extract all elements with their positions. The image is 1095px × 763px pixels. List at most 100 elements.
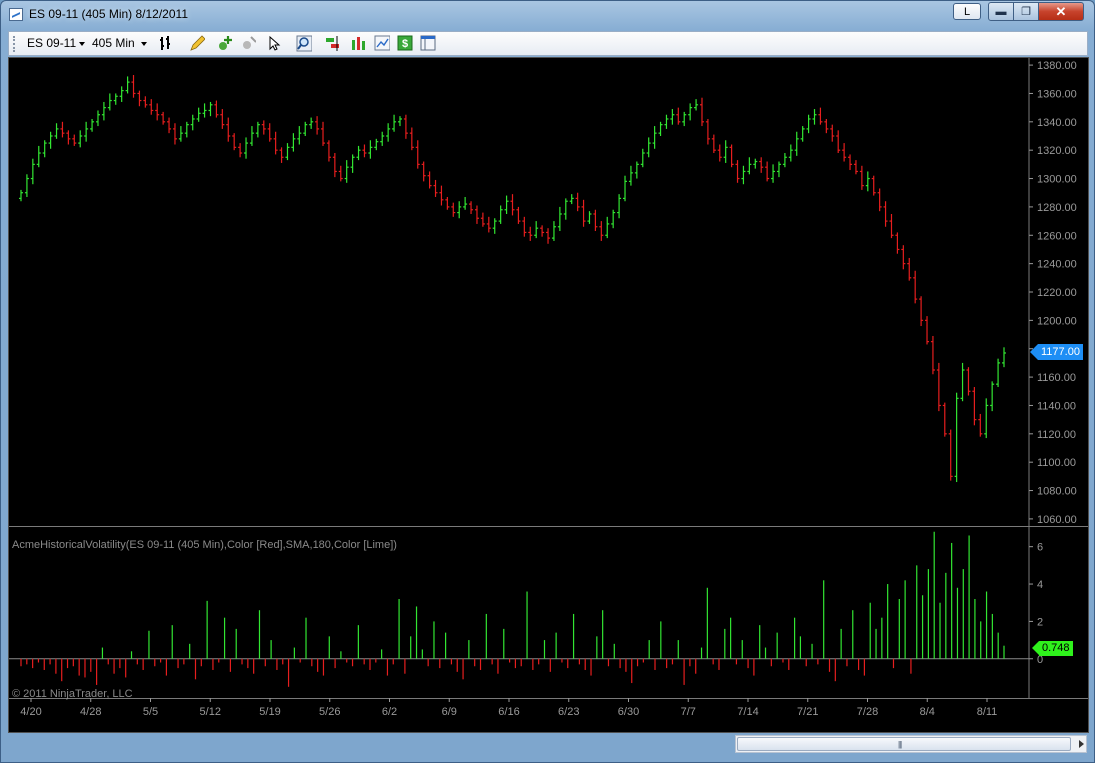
price-bar [836, 130, 841, 154]
price-bar [279, 147, 284, 163]
price-bar [261, 120, 266, 135]
scrollbar-thumb[interactable]: ||| [737, 737, 1071, 751]
maximize-button[interactable]: ❐ [1013, 2, 1039, 21]
price-tick-label: 1320.00 [1037, 145, 1077, 157]
price-bar [978, 413, 983, 437]
price-bar [848, 154, 853, 171]
price-bar [782, 153, 787, 168]
price-bar [474, 205, 479, 224]
pencil-draw-icon[interactable] [189, 35, 205, 52]
time-axis[interactable]: 4/20 4/28 5/5 5/12 5/19 5/26 6/2 6/9 6/16 6/23 6/3… [20, 698, 997, 718]
price-bar [226, 117, 231, 142]
price-bar [551, 221, 556, 241]
price-bar [362, 144, 367, 158]
price-tick-label: 1060.00 [1037, 514, 1077, 526]
dollar-icon[interactable]: $ [397, 35, 413, 52]
cursor-icon[interactable] [267, 35, 283, 52]
price-bar [492, 218, 497, 234]
price-bar [658, 121, 663, 136]
price-bars [19, 75, 1006, 483]
price-bar [107, 93, 112, 111]
title-bar[interactable]: ES 09-11 (405 Min) 8/12/2011 L ▬ ❐ ✕ [1, 1, 1094, 29]
close-button[interactable]: ✕ [1038, 2, 1084, 21]
price-bar [776, 161, 781, 178]
chart-panel[interactable]: 1380.00 1360.00 1340.00 1320.00 1300.00 1280.… [8, 57, 1089, 733]
link-button[interactable]: L [953, 3, 981, 20]
price-bar [859, 165, 864, 190]
price-bar [883, 201, 888, 227]
price-tick-label: 1140.00 [1037, 400, 1076, 412]
price-chart[interactable]: 1380.00 1360.00 1340.00 1320.00 1300.00 1280.… [9, 58, 1088, 732]
price-bar [332, 153, 337, 178]
time-tick-label: 4/20 [20, 706, 41, 718]
price-bar [167, 117, 172, 134]
copyright-text: © 2011 NinjaTrader, LLC [12, 688, 133, 700]
price-bar [457, 201, 462, 219]
time-tick-label: 7/28 [857, 706, 878, 718]
interval-selector[interactable]: 405 Min [92, 36, 135, 50]
price-bar [966, 367, 971, 396]
horizontal-scrollbar[interactable]: ||| [735, 735, 1087, 753]
time-tick-label: 5/12 [200, 706, 221, 718]
time-tick-label: 5/5 [143, 706, 158, 718]
bar-type-icon[interactable] [159, 35, 175, 52]
price-tick-label: 1280.00 [1037, 202, 1077, 214]
add-indicator-icon[interactable] [217, 35, 233, 52]
price-bar [19, 189, 23, 202]
scroll-right-arrow-icon[interactable] [1079, 740, 1084, 748]
minimize-button[interactable]: ▬ [988, 2, 1014, 21]
price-bar [190, 114, 195, 131]
price-bar [36, 145, 41, 168]
price-bar [984, 398, 989, 439]
price-bar [865, 171, 870, 192]
price-bar [338, 165, 343, 182]
price-tick-label: 1120.00 [1037, 429, 1076, 441]
price-axis[interactable]: 1380.00 1360.00 1340.00 1320.00 1300.00 1280.… [1029, 60, 1077, 526]
price-bar [196, 107, 201, 122]
price-bar [676, 107, 681, 125]
zoom-icon[interactable] [296, 35, 312, 52]
price-bar [273, 131, 278, 155]
price-bar [392, 114, 397, 132]
price-bar [315, 116, 320, 135]
price-bar [54, 123, 59, 139]
price-bar [350, 154, 355, 173]
strategy-icon[interactable] [240, 35, 256, 52]
price-tick-label: 1260.00 [1037, 230, 1077, 242]
price-bar [646, 137, 651, 158]
price-bar [741, 165, 746, 185]
instrument-dropdown-icon[interactable] [79, 42, 85, 46]
properties-icon[interactable] [420, 35, 436, 52]
price-bar [78, 130, 83, 148]
price-bar [445, 196, 450, 210]
price-bar [24, 174, 29, 197]
price-bar [800, 126, 805, 142]
price-bar [469, 201, 474, 214]
data-box-icon[interactable] [374, 35, 390, 52]
price-bar [137, 90, 142, 107]
price-bar [326, 140, 331, 162]
price-bar [753, 158, 758, 169]
time-tick-label: 4/28 [80, 706, 101, 718]
price-bar [546, 228, 551, 244]
instrument-selector[interactable]: ES 09-11 [27, 36, 76, 50]
toolbar-grip-icon[interactable] [13, 36, 16, 52]
price-bar [818, 107, 823, 125]
price-bar [972, 387, 977, 426]
price-bar [84, 121, 89, 142]
price-bar [309, 117, 314, 129]
price-bar [291, 133, 296, 152]
price-bar [942, 402, 947, 437]
price-bar [421, 161, 426, 182]
price-bar [990, 381, 995, 412]
buy-sell-icon[interactable] [325, 35, 341, 52]
price-bar [930, 335, 935, 375]
interval-dropdown-icon[interactable] [141, 42, 147, 46]
bar-chart-icon[interactable] [351, 35, 367, 52]
price-bar [463, 196, 468, 210]
time-tick-label: 8/4 [920, 706, 935, 718]
price-bar [90, 118, 95, 132]
price-bar [747, 157, 752, 175]
price-bar [688, 103, 693, 121]
price-bar [664, 114, 669, 129]
